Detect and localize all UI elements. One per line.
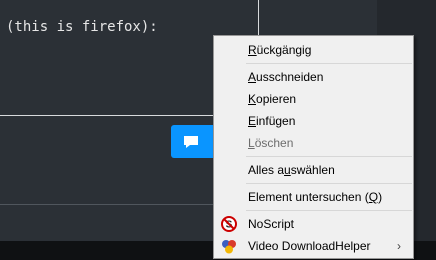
- menu-item-label: Element untersuchen (: [248, 190, 369, 204]
- menu-item-label: ): [378, 190, 383, 204]
- menu-item-label: swählen: [290, 163, 335, 177]
- menu-item-paste[interactable]: Einfügen: [216, 110, 411, 132]
- menu-separator: [246, 183, 412, 184]
- menu-item-accesskey: K: [248, 92, 257, 106]
- menu-item-accesskey: R: [248, 43, 257, 57]
- menu-item-noscript[interactable]: S NoScript: [216, 213, 411, 235]
- context-menu: Rückgängig Ausschneiden Kopieren Einfüge…: [213, 35, 414, 259]
- comment-icon: [184, 135, 198, 148]
- menu-item-label: Video DownloadHelper: [248, 239, 371, 253]
- menu-separator: [246, 210, 412, 211]
- menu-item-inspect-element[interactable]: Element untersuchen (Q): [216, 186, 411, 208]
- noscript-icon: S: [221, 216, 237, 232]
- menu-item-select-all[interactable]: Alles auswählen: [216, 159, 411, 181]
- menu-item-video-downloadhelper[interactable]: Video DownloadHelper ›: [216, 235, 411, 257]
- menu-item-accesskey: L: [248, 136, 255, 150]
- menu-separator: [246, 156, 412, 157]
- menu-item-label: opieren: [256, 92, 297, 106]
- menu-item-accesskey: E: [248, 114, 257, 128]
- menu-item-label: infügen: [256, 114, 296, 128]
- menu-item-accesskey: A: [248, 70, 257, 84]
- code-text: (this is firefox):: [6, 19, 158, 35]
- video-downloadhelper-icon: [222, 240, 236, 254]
- menu-item-label: usschneiden: [256, 70, 324, 84]
- menu-item-label: NoScript: [248, 217, 295, 231]
- chevron-right-icon: ›: [397, 239, 401, 253]
- menu-item-delete[interactable]: Löschen: [216, 132, 411, 154]
- menu-item-accesskey: Q: [368, 190, 379, 204]
- menu-item-accesskey: u: [284, 163, 291, 177]
- menu-item-cut[interactable]: Ausschneiden: [216, 66, 411, 88]
- menu-item-label: öschen: [254, 136, 294, 150]
- menu-separator: [246, 63, 412, 64]
- menu-item-label: ückgängig: [256, 43, 312, 57]
- menu-item-label: Alles a: [248, 163, 285, 177]
- menu-item-copy[interactable]: Kopieren: [216, 88, 411, 110]
- menu-item-undo[interactable]: Rückgängig: [216, 39, 411, 61]
